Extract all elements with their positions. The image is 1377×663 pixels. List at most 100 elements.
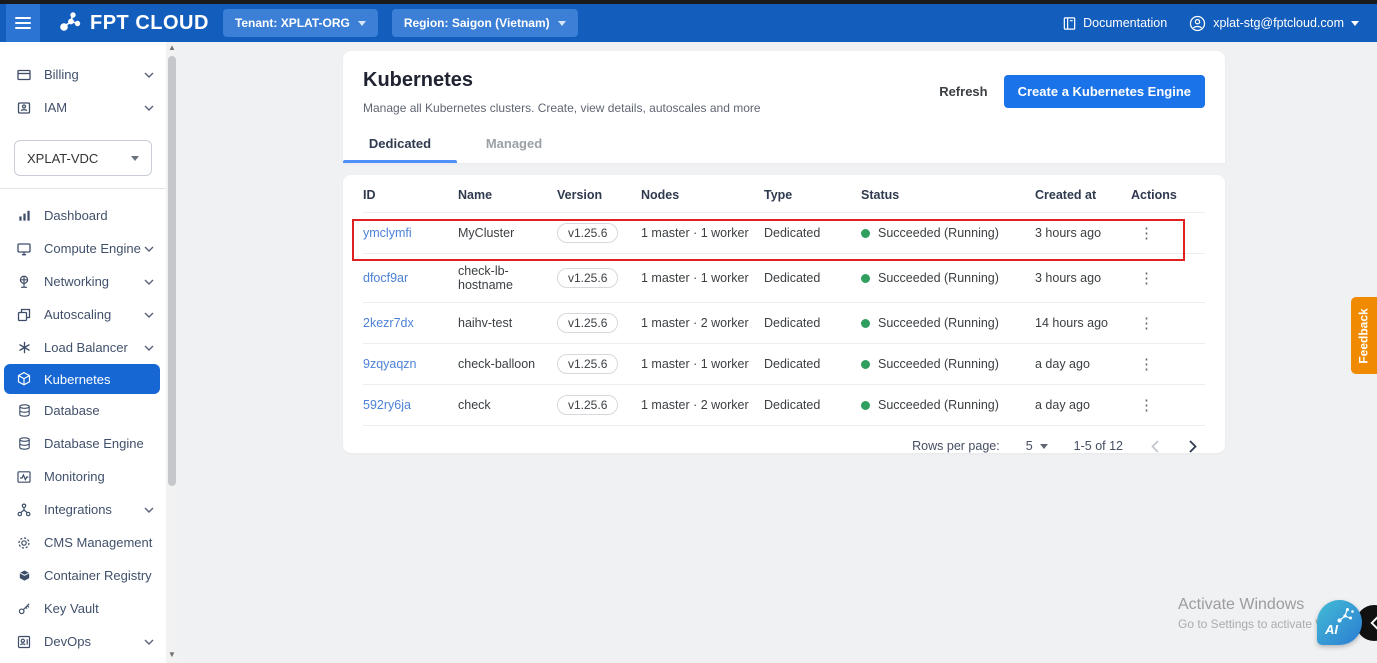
sidebar-item-key-vault[interactable]: Key Vault	[0, 592, 166, 625]
chevron-down-icon	[557, 20, 566, 26]
sidebar-item-cms-management[interactable]: CMS Management	[0, 526, 166, 559]
load-balancer-icon	[16, 340, 32, 356]
cluster-nodes: 1 master · 1 worker	[641, 212, 764, 254]
pagination-range: 1-5 of 12	[1073, 439, 1123, 453]
scroll-down-arrow-icon[interactable]: ▼	[166, 649, 178, 661]
user-account-menu[interactable]: xplat-stg@fptcloud.com	[1189, 15, 1359, 32]
sidebar-item-load-balancer[interactable]: Load Balancer	[0, 331, 166, 364]
chevron-left-icon	[1151, 439, 1159, 453]
cluster-id-link[interactable]: 592ry6ja	[363, 398, 411, 412]
chevron-left-icon	[1369, 616, 1377, 630]
key-vault-icon	[16, 601, 32, 617]
table-header-row: ID Name Version Nodes Type Status Create…	[363, 175, 1205, 213]
window-top-edge	[0, 0, 1377, 4]
row-actions-kebab-button[interactable]: ⋮	[1131, 355, 1162, 374]
tenant-dropdown[interactable]: Tenant: XPLAT-ORG	[222, 9, 378, 37]
sidebar-item-autoscaling[interactable]: Autoscaling	[0, 298, 166, 331]
table-row: dfocf9ar check-lb-hostname v1.25.6 1 mas…	[363, 253, 1205, 303]
status-green-dot	[861, 318, 870, 328]
sidebar-item-devops[interactable]: DevOps	[0, 625, 166, 658]
cluster-nodes: 1 master · 2 worker	[641, 302, 764, 344]
sidebar-item-database[interactable]: Database	[0, 394, 166, 427]
scroll-up-arrow-icon[interactable]: ▲	[166, 42, 178, 54]
previous-page-button[interactable]	[1149, 439, 1161, 453]
row-actions-kebab-button[interactable]: ⋮	[1131, 396, 1162, 415]
sidebar-scrollbar[interactable]: ▲ ▼	[166, 42, 178, 663]
created-at: a day ago	[1035, 384, 1131, 425]
sidebar-item-compute-engine[interactable]: Compute Engine	[0, 232, 166, 265]
screen: FPT CLOUD Tenant: XPLAT-ORG Region: Saig…	[0, 0, 1377, 663]
cluster-name: check-lb-hostname	[458, 253, 557, 303]
chevron-down-icon	[144, 345, 154, 351]
documentation-icon	[1063, 16, 1076, 30]
sidebar-item-database-engine[interactable]: Database Engine	[0, 427, 166, 460]
col-created-at: Created at	[1035, 188, 1097, 202]
cluster-name: check-balloon	[458, 343, 557, 385]
chevron-right-icon	[1189, 439, 1197, 453]
cluster-type: Dedicated	[764, 384, 861, 425]
col-status: Status	[861, 188, 900, 202]
hamburger-menu-button[interactable]	[6, 4, 40, 42]
version-chip: v1.25.6	[557, 313, 619, 333]
devops-icon	[16, 634, 32, 650]
sidebar-divider	[0, 188, 166, 189]
documentation-link[interactable]: Documentation	[1062, 16, 1167, 31]
tab-dedicated[interactable]: Dedicated	[343, 126, 457, 163]
chevron-down-icon	[1039, 443, 1048, 449]
created-at: 14 hours ago	[1035, 302, 1131, 344]
status-green-dot	[861, 228, 870, 238]
chevron-down-icon	[144, 279, 154, 285]
created-at: a day ago	[1035, 343, 1131, 385]
tab-managed[interactable]: Managed	[457, 126, 571, 163]
sidebar-item-kubernetes[interactable]: Kubernetes	[4, 364, 160, 394]
ai-assistant-bubble[interactable]: AI	[1317, 600, 1362, 645]
sidebar: Billing IAM XPLAT-VDC Dashboard Compute …	[0, 42, 166, 663]
status-green-dot	[861, 400, 870, 410]
rows-per-page-select[interactable]: 5	[1026, 439, 1048, 453]
sidebar-item-networking[interactable]: Networking	[0, 265, 166, 298]
clusters-table: ID Name Version Nodes Type Status Create…	[363, 175, 1205, 425]
chevron-down-icon	[144, 639, 154, 645]
sidebar-item-container-registry[interactable]: Container Registry	[0, 559, 166, 592]
brand-logo[interactable]: FPT CLOUD	[58, 10, 209, 36]
refresh-button[interactable]: Refresh	[939, 84, 987, 99]
chevron-down-icon	[357, 20, 366, 26]
chevron-down-icon	[144, 312, 154, 318]
molecule-icon	[1337, 608, 1354, 623]
sidebar-item-integrations[interactable]: Integrations	[0, 493, 166, 526]
sidebar-item-iam[interactable]: IAM	[0, 91, 166, 124]
table-row: 2kezr7dx haihv-test v1.25.6 1 master · 2…	[363, 302, 1205, 344]
row-actions-kebab-button[interactable]: ⋮	[1131, 269, 1162, 288]
col-nodes: Nodes	[641, 188, 680, 202]
networking-icon	[16, 274, 32, 290]
cluster-nodes: 1 master · 2 worker	[641, 384, 764, 425]
cluster-name: check	[458, 384, 557, 425]
region-dropdown[interactable]: Region: Saigon (Vietnam)	[391, 9, 578, 37]
cluster-id-link[interactable]: ymclymfi	[363, 226, 412, 240]
vdc-selector[interactable]: XPLAT-VDC	[14, 140, 152, 176]
col-id: ID	[363, 188, 376, 202]
autoscaling-icon	[16, 307, 32, 323]
col-type: Type	[764, 188, 793, 202]
sidebar-item-billing[interactable]: Billing	[0, 58, 166, 91]
feedback-tab[interactable]: Feedback	[1351, 297, 1377, 374]
cms-management-icon	[16, 535, 32, 551]
next-page-button[interactable]	[1187, 439, 1199, 453]
row-actions-kebab-button[interactable]: ⋮	[1131, 224, 1162, 243]
cluster-type: Dedicated	[764, 343, 861, 385]
cluster-id-link[interactable]: 9zqyaqzn	[363, 357, 417, 371]
status-text: Succeeded (Running)	[878, 398, 999, 412]
cluster-id-link[interactable]: 2kezr7dx	[363, 316, 414, 330]
sidebar-scrollbar-thumb[interactable]	[168, 56, 176, 486]
row-actions-kebab-button[interactable]: ⋮	[1131, 314, 1162, 333]
app-bar: FPT CLOUD Tenant: XPLAT-ORG Region: Saig…	[0, 4, 1377, 42]
chevron-down-icon	[1351, 20, 1359, 26]
chevron-down-icon	[144, 507, 154, 513]
compute-engine-icon	[16, 241, 32, 257]
sidebar-item-dashboard[interactable]: Dashboard	[0, 199, 166, 232]
sidebar-item-monitoring[interactable]: Monitoring	[0, 460, 166, 493]
chevron-down-icon	[144, 72, 154, 78]
cluster-id-link[interactable]: dfocf9ar	[363, 271, 408, 285]
monitoring-icon	[16, 469, 32, 485]
create-kubernetes-engine-button[interactable]: Create a Kubernetes Engine	[1003, 75, 1205, 108]
